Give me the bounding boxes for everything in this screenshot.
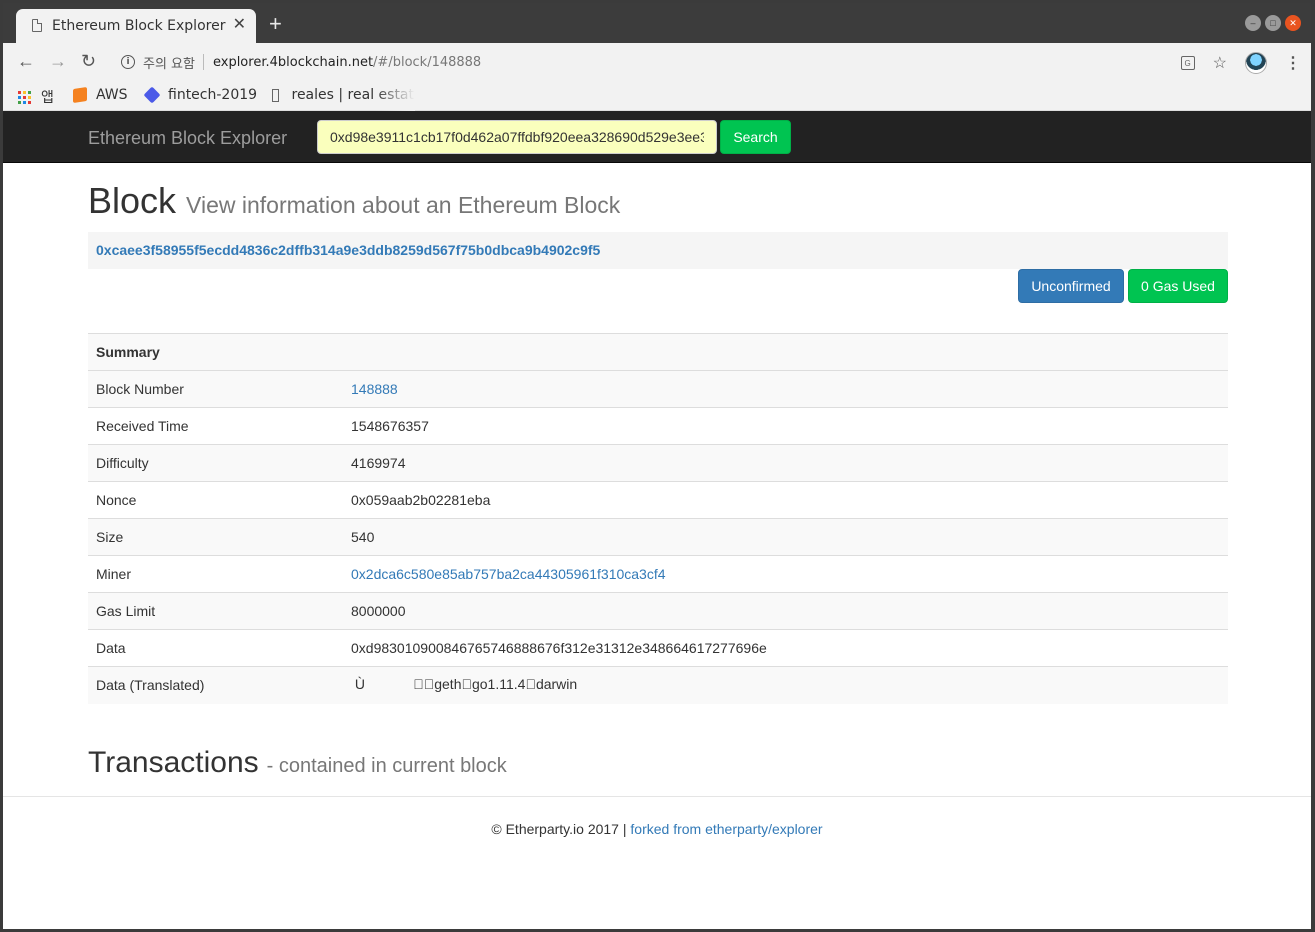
block-badges: Unconfirmed 0 Gas Used — [88, 269, 1228, 333]
page-header: Block View information about an Ethereum… — [88, 181, 1228, 221]
bookmarks-bar: 앱 AWS fintech-2019 reales | real estat — [3, 81, 1311, 111]
back-icon[interactable]: ← — [17, 51, 35, 71]
search-input[interactable] — [317, 120, 717, 154]
site-navbar: Ethereum Block Explorer Search — [3, 111, 1311, 163]
page-subtitle: View information about an Ethereum Block — [186, 192, 621, 218]
security-warning[interactable]: 주의 요함 — [143, 53, 195, 72]
row-label: Data (Translated) — [88, 666, 343, 704]
minimize-icon[interactable]: – — [1245, 15, 1261, 31]
address-separator — [202, 54, 204, 70]
row-value: 8000000 — [343, 592, 1228, 630]
row-label: Received Time — [88, 407, 343, 445]
page-icon — [32, 19, 42, 32]
maximize-icon[interactable]: □ — [1265, 15, 1281, 31]
summary-table: Summary Block Number 148888 Received Tim… — [88, 333, 1228, 704]
window-controls: – □ ✕ — [1245, 15, 1301, 31]
bookmark-aws-label: AWS — [96, 87, 128, 103]
bookmark-apps[interactable]: 앱 — [18, 87, 54, 107]
row-value: 540 — [343, 518, 1228, 556]
table-row: Nonce 0x059aab2b02281eba — [88, 481, 1228, 519]
transactions-header: Transactions - contained in current bloc… — [88, 746, 1228, 780]
toolbar-actions: G ☆ ⋮ — [1180, 51, 1311, 75]
table-row: Gas Limit 8000000 — [88, 592, 1228, 630]
gas-used-badge[interactable]: 0 Gas Used — [1128, 269, 1228, 303]
tab-title: Ethereum Block Explorer — [52, 18, 226, 34]
menu-icon[interactable]: ⋮ — [1285, 53, 1301, 73]
page-title: Block — [88, 180, 177, 221]
row-label: Gas Limit — [88, 592, 343, 630]
main-content: Block View information about an Ethereum… — [88, 163, 1228, 780]
search-button[interactable]: Search — [720, 120, 791, 154]
browser-toolbar: ← → ↻ i 주의 요함 explorer.4blockchain.net/#… — [3, 43, 1311, 81]
bookmark-fade — [375, 81, 415, 111]
translate-icon[interactable]: G — [1180, 56, 1195, 70]
bookmark-aws[interactable]: AWS — [73, 87, 128, 103]
row-label: Miner — [88, 555, 343, 593]
row-label: Data — [88, 629, 343, 667]
browser-tab[interactable]: Ethereum Block Explorer ✕ — [16, 9, 256, 43]
row-value: 0xd983010900846765746888676f312e31312e34… — [343, 629, 1228, 667]
footer-copyright: © Etherparty.io 2017 | — [491, 821, 627, 837]
table-row: Block Number 148888 — [88, 370, 1228, 408]
summary-heading: Summary — [88, 333, 1228, 371]
status-badge[interactable]: Unconfirmed — [1018, 269, 1124, 303]
bookmark-fintech[interactable]: fintech-2019 — [143, 86, 258, 104]
url-path[interactable]: /#/block/148888 — [373, 55, 481, 70]
row-label: Nonce — [88, 481, 343, 519]
row-label: Block Number — [88, 370, 343, 408]
bookmark-apps-label: 앱 — [41, 90, 54, 106]
transactions-subtitle: - contained in current block — [266, 754, 507, 777]
fintech-icon — [143, 86, 161, 104]
url-host[interactable]: explorer.4blockchain.net — [213, 55, 373, 70]
table-row: Received Time 1548676357 — [88, 407, 1228, 445]
row-value: 0x059aab2b02281eba — [343, 481, 1228, 519]
web-page: Ethereum Block Explorer Search Block Vie… — [3, 111, 1311, 929]
table-row: Data 0xd983010900846765746888676f312e313… — [88, 629, 1228, 667]
new-tab-button[interactable]: + — [269, 13, 282, 35]
row-label: Size — [88, 518, 343, 556]
profile-avatar-icon[interactable] — [1245, 52, 1267, 74]
row-label: Difficulty — [88, 444, 343, 482]
bookmark-fintech-label: fintech-2019 — [168, 87, 258, 103]
row-value: Ù  gethgo1.11.4darwin — [343, 666, 1228, 704]
block-number-link[interactable]: 148888 — [351, 381, 398, 397]
aws-icon — [73, 87, 87, 103]
browser-window: Ethereum Block Explorer ✕ + – □ ✕ ← → ↻ … — [3, 3, 1311, 929]
row-value: 1548676357 — [343, 407, 1228, 445]
close-window-icon[interactable]: ✕ — [1285, 15, 1301, 31]
footer-fork-link[interactable]: forked from etherparty/explorer — [630, 821, 822, 837]
table-row: Size 540 — [88, 518, 1228, 556]
block-hash-well: 0xcaee3f58955f5ecdd4836c2dffb314a9e3ddb8… — [88, 232, 1228, 269]
table-row: Miner 0x2dca6c580e85ab757ba2ca44305961f3… — [88, 555, 1228, 593]
row-value: 4169974 — [343, 444, 1228, 482]
tab-close-icon[interactable]: ✕ — [233, 16, 246, 34]
transactions-title: Transactions — [88, 745, 259, 779]
reload-icon[interactable]: ↻ — [81, 51, 96, 71]
footer: © Etherparty.io 2017 | forked from ether… — [3, 821, 1311, 837]
tab-bar: Ethereum Block Explorer ✕ + – □ ✕ — [3, 3, 1311, 43]
info-icon[interactable]: i — [121, 55, 135, 69]
miner-address-link[interactable]: 0x2dca6c580e85ab757ba2ca44305961f310ca3c… — [351, 566, 666, 582]
site-brand[interactable]: Ethereum Block Explorer — [88, 128, 287, 149]
block-hash-link[interactable]: 0xcaee3f58955f5ecdd4836c2dffb314a9e3ddb8… — [96, 242, 600, 258]
forward-icon[interactable]: → — [49, 51, 67, 71]
table-row: Difficulty 4169974 — [88, 444, 1228, 482]
apps-icon — [18, 90, 31, 104]
address-bar[interactable]: i 주의 요함 explorer.4blockchain.net/#/block… — [121, 51, 481, 73]
document-icon — [272, 88, 279, 102]
bookmark-star-icon[interactable]: ☆ — [1213, 53, 1227, 73]
table-row: Data (Translated) Ù  gethgo1.11.4da… — [88, 666, 1228, 704]
footer-divider — [3, 796, 1311, 797]
